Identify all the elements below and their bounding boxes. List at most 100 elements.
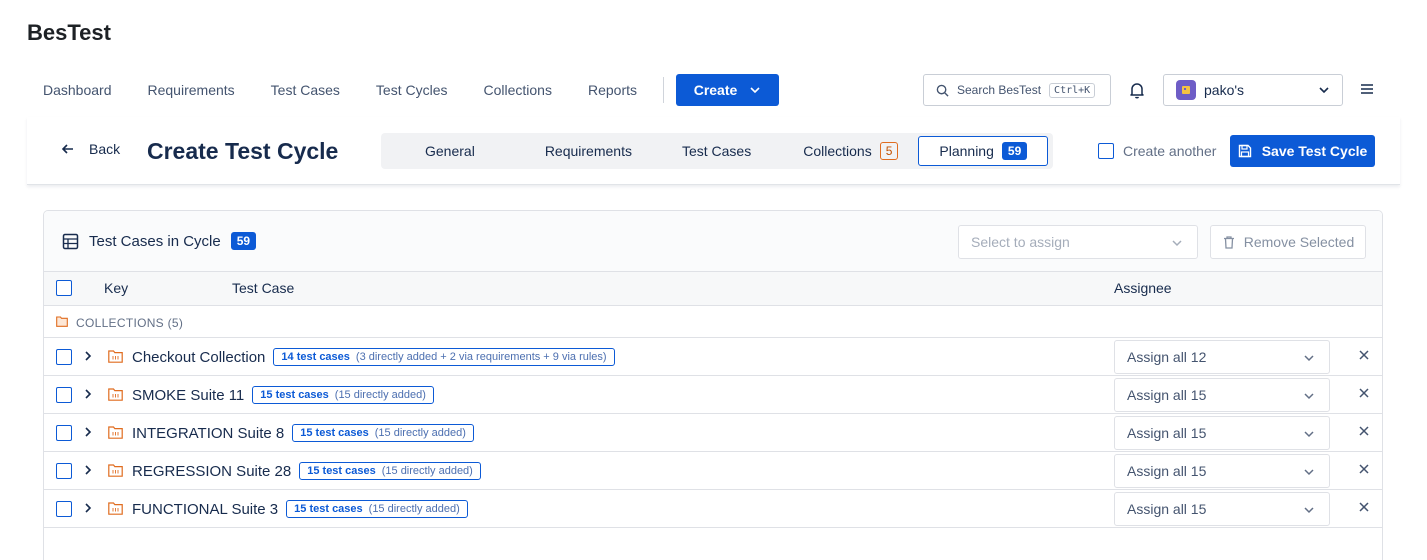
assign-all-select[interactable]: Assign all 12 bbox=[1114, 340, 1330, 374]
collection-name-cell: REGRESSION Suite 28 15 test cases (15 di… bbox=[132, 462, 481, 480]
nav-divider bbox=[663, 77, 664, 103]
tab-badge: 5 bbox=[879, 142, 899, 160]
arrow-left-icon bbox=[61, 144, 73, 154]
collection-name-cell: INTEGRATION Suite 8 15 test cases (15 di… bbox=[132, 424, 474, 442]
table-row[interactable]: SMOKE Suite 11 15 test cases (15 directl… bbox=[44, 376, 1382, 414]
chevron-right-icon[interactable] bbox=[82, 502, 94, 514]
tab-planning[interactable]: Planning 59 bbox=[918, 136, 1049, 166]
test-case-count-detail: (15 directly added) bbox=[334, 389, 426, 401]
assign-all-label: Assign all 12 bbox=[1127, 349, 1207, 365]
nav-requirements[interactable]: Requirements bbox=[148, 82, 235, 98]
close-icon[interactable] bbox=[1357, 462, 1371, 476]
remove-selected-button[interactable]: Remove Selected bbox=[1210, 225, 1366, 259]
create-another-checkbox[interactable] bbox=[1098, 143, 1114, 159]
folder-icon bbox=[56, 316, 68, 327]
tab-label: Planning bbox=[939, 143, 994, 159]
panel-title: Test Cases in Cycle 59 bbox=[62, 232, 257, 250]
nav-reports[interactable]: Reports bbox=[588, 82, 637, 98]
table-row[interactable]: FUNCTIONAL Suite 3 15 test cases (15 dir… bbox=[44, 490, 1382, 528]
collection-name-cell: Checkout Collection 14 test cases (3 dir… bbox=[132, 348, 615, 366]
test-case-count-badge: 15 test cases (15 directly added) bbox=[286, 500, 468, 518]
test-cases-panel: Test Cases in Cycle 59 Select to assign … bbox=[43, 210, 1383, 560]
test-case-count-detail: (3 directly added + 2 via requirements +… bbox=[355, 351, 607, 363]
chevron-right-icon[interactable] bbox=[82, 350, 94, 362]
folder-icon bbox=[108, 426, 123, 439]
nav-test-cycles[interactable]: Test Cycles bbox=[376, 82, 448, 98]
collection-name[interactable]: Checkout Collection bbox=[132, 349, 265, 366]
folder-icon bbox=[108, 502, 123, 515]
panel-count-badge: 59 bbox=[230, 232, 257, 250]
search-shortcut: Ctrl+K bbox=[1049, 82, 1096, 98]
row-checkbox[interactable] bbox=[56, 387, 72, 403]
close-icon[interactable] bbox=[1357, 386, 1371, 400]
account-switcher[interactable]: pako's bbox=[1163, 74, 1343, 106]
hamburger-menu-icon[interactable] bbox=[1359, 81, 1375, 97]
test-case-count-detail: (15 directly added) bbox=[374, 427, 466, 439]
row-checkbox[interactable] bbox=[56, 425, 72, 441]
table-row[interactable]: Checkout Collection 14 test cases (3 dir… bbox=[44, 338, 1382, 376]
assign-select-placeholder: Select to assign bbox=[971, 234, 1070, 250]
create-button[interactable]: Create bbox=[676, 74, 779, 106]
table-row[interactable]: INTEGRATION Suite 8 15 test cases (15 di… bbox=[44, 414, 1382, 452]
folder-icon bbox=[108, 464, 123, 477]
chevron-down-icon bbox=[1172, 240, 1182, 247]
create-another-toggle[interactable]: Create another bbox=[1098, 143, 1216, 159]
wizard-tabs: General Requirements Test Cases Collecti… bbox=[381, 133, 1053, 169]
row-checkbox[interactable] bbox=[56, 463, 72, 479]
select-all-checkbox[interactable] bbox=[56, 280, 72, 296]
tab-badge: 59 bbox=[1001, 142, 1028, 160]
collection-name[interactable]: INTEGRATION Suite 8 bbox=[132, 425, 284, 442]
bell-icon[interactable] bbox=[1127, 80, 1147, 100]
chevron-right-icon[interactable] bbox=[82, 388, 94, 400]
assign-all-select[interactable]: Assign all 15 bbox=[1114, 454, 1330, 488]
save-test-cycle-button[interactable]: Save Test Cycle bbox=[1230, 135, 1375, 167]
test-case-count-detail: (15 directly added) bbox=[381, 465, 473, 477]
column-header-test-case[interactable]: Test Case bbox=[232, 280, 294, 296]
assign-all-select[interactable]: Assign all 15 bbox=[1114, 492, 1330, 526]
test-case-count-badge: 15 test cases (15 directly added) bbox=[252, 386, 434, 404]
page-title: Create Test Cycle bbox=[147, 138, 339, 164]
nav-test-cases[interactable]: Test Cases bbox=[271, 82, 340, 98]
tab-test-cases[interactable]: Test Cases bbox=[662, 136, 771, 166]
nav-collections[interactable]: Collections bbox=[483, 82, 551, 98]
chevron-down-icon bbox=[1304, 355, 1314, 362]
create-button-label: Create bbox=[693, 82, 738, 98]
column-header-key[interactable]: Key bbox=[104, 280, 128, 296]
row-checkbox[interactable] bbox=[56, 349, 72, 365]
test-case-count-badge: 15 test cases (15 directly added) bbox=[299, 462, 481, 480]
nav-dashboard[interactable]: Dashboard bbox=[43, 82, 112, 98]
collections-section-label: COLLECTIONS (5) bbox=[44, 306, 1382, 338]
collection-name[interactable]: SMOKE Suite 11 bbox=[132, 387, 244, 404]
avatar bbox=[1176, 80, 1196, 100]
assign-select[interactable]: Select to assign bbox=[958, 225, 1198, 259]
back-button[interactable]: Back bbox=[61, 141, 120, 157]
row-checkbox[interactable] bbox=[56, 501, 72, 517]
close-icon[interactable] bbox=[1357, 424, 1371, 438]
collection-name[interactable]: FUNCTIONAL Suite 3 bbox=[132, 501, 278, 518]
remove-selected-label: Remove Selected bbox=[1243, 234, 1355, 250]
chevron-right-icon[interactable] bbox=[82, 426, 94, 438]
test-case-count: 15 test cases bbox=[294, 503, 363, 515]
collection-name-cell: FUNCTIONAL Suite 3 15 test cases (15 dir… bbox=[132, 500, 468, 518]
table-row[interactable]: REGRESSION Suite 28 15 test cases (15 di… bbox=[44, 452, 1382, 490]
save-label: Save Test Cycle bbox=[1261, 143, 1368, 159]
column-header-assignee[interactable]: Assignee bbox=[1114, 280, 1172, 296]
assign-all-label: Assign all 15 bbox=[1127, 501, 1207, 517]
tab-collections[interactable]: Collections 5 bbox=[783, 136, 918, 166]
tab-label: General bbox=[425, 143, 475, 159]
assign-all-select[interactable]: Assign all 15 bbox=[1114, 378, 1330, 412]
test-case-count: 15 test cases bbox=[307, 465, 376, 477]
tab-requirements[interactable]: Requirements bbox=[525, 136, 652, 166]
tab-label: Requirements bbox=[544, 143, 632, 159]
test-case-count: 14 test cases bbox=[281, 351, 350, 363]
tab-general[interactable]: General bbox=[405, 136, 495, 166]
chevron-right-icon[interactable] bbox=[82, 464, 94, 476]
assign-all-select[interactable]: Assign all 15 bbox=[1114, 416, 1330, 450]
collection-name[interactable]: REGRESSION Suite 28 bbox=[132, 463, 291, 480]
close-icon[interactable] bbox=[1357, 500, 1371, 514]
search-input[interactable]: Search BesTest Ctrl+K bbox=[923, 74, 1111, 106]
assign-all-label: Assign all 15 bbox=[1127, 387, 1207, 403]
close-icon[interactable] bbox=[1357, 348, 1371, 362]
test-case-count-badge: 14 test cases (3 directly added + 2 via … bbox=[273, 348, 615, 366]
tab-label: Test Cases bbox=[681, 143, 752, 159]
